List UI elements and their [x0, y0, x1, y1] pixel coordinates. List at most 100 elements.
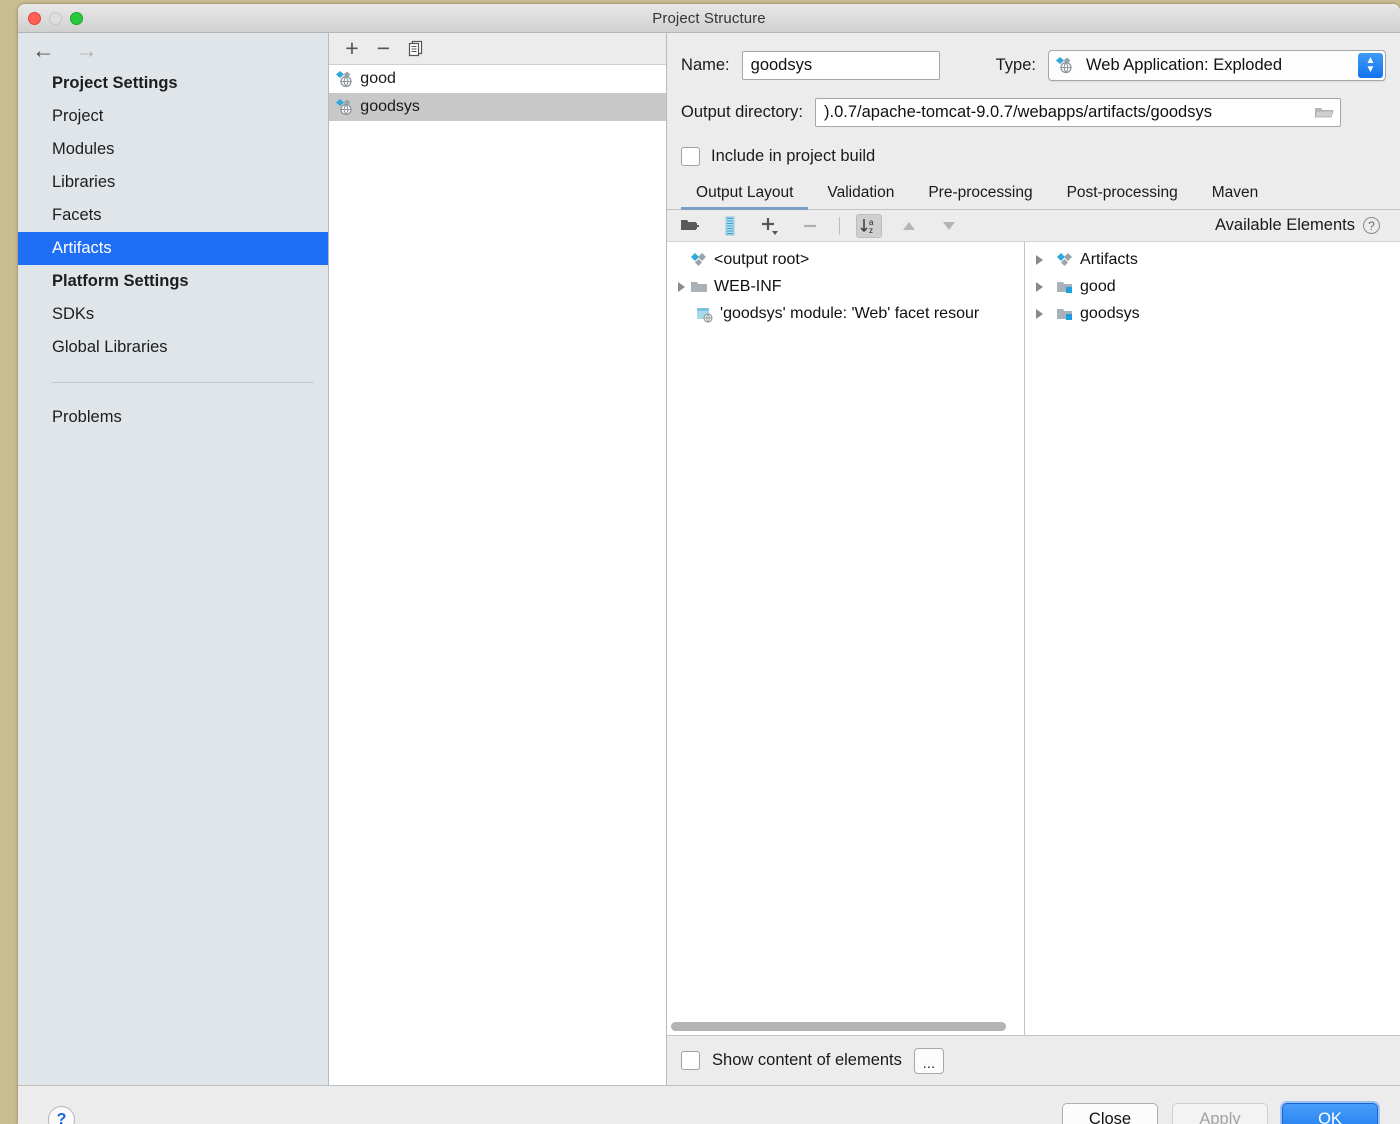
more-options-button[interactable]: ...	[913, 1047, 944, 1074]
scrollbar-thumb[interactable]	[671, 1022, 1007, 1031]
include-in-build-row[interactable]: Include in project build	[667, 135, 1400, 177]
sidebar-item-facets[interactable]: Facets	[18, 199, 328, 232]
triangle-down-icon[interactable]	[936, 214, 962, 238]
dialog-body: ← → Project Settings Project Modules Lib…	[18, 33, 1400, 1085]
sidebar-item-libraries[interactable]: Libraries	[18, 166, 328, 199]
artifact-icon	[1055, 251, 1075, 269]
remove-artifact-button[interactable]: −	[377, 37, 390, 60]
dialog-footer: ? Close Apply OK https://blog.csdn.net/q…	[18, 1085, 1400, 1124]
help-button[interactable]: ?	[48, 1106, 75, 1124]
copy-artifact-button[interactable]	[408, 40, 425, 57]
settings-sidebar: ← → Project Settings Project Modules Lib…	[18, 33, 330, 1085]
name-input[interactable]: goodsys	[741, 50, 940, 80]
sidebar-item-problems[interactable]: Problems	[18, 401, 328, 434]
close-button[interactable]: Close	[1062, 1102, 1158, 1124]
chevron-updown-icon[interactable]: ▲ ▼	[1358, 52, 1383, 78]
tree-row[interactable]: <output root>	[667, 246, 1024, 273]
include-in-build-checkbox[interactable]	[681, 146, 701, 166]
type-select-value: Web Application: Exploded	[1086, 55, 1282, 74]
tree-row-label: <output root>	[714, 250, 810, 268]
show-content-label: Show content of elements	[712, 1051, 902, 1069]
folder-icon[interactable]	[1314, 104, 1334, 126]
available-elements-panel: Artifacts good goodsys	[1025, 242, 1400, 1035]
output-directory-label: Output directory:	[681, 102, 804, 121]
new-folder-icon[interactable]	[677, 214, 703, 238]
sidebar-item-global-libraries[interactable]: Global Libraries	[18, 331, 328, 364]
web-facet-icon	[695, 305, 715, 323]
name-label: Name:	[681, 55, 730, 74]
list-item[interactable]: goodsys	[329, 93, 667, 121]
output-directory-input[interactable]: ).0.7/apache-tomcat-9.0.7/webapps/artifa…	[815, 97, 1342, 127]
tree-row[interactable]: good	[1025, 273, 1400, 300]
add-artifact-button[interactable]: +	[345, 37, 358, 60]
output-layout-tree-panel: <output root> WEB-INF 'goodsys' module: …	[667, 242, 1026, 1035]
triangle-up-icon[interactable]	[896, 214, 922, 238]
arrow-left-icon[interactable]: ←	[32, 38, 55, 62]
sidebar-item-modules[interactable]: Modules	[18, 133, 328, 166]
layout-panes: <output root> WEB-INF 'goodsys' module: …	[667, 242, 1400, 1035]
sort-az-icon[interactable]: a z	[856, 213, 883, 238]
sidebar-divider	[52, 382, 315, 383]
output-directory-row: Output directory: ).0.7/apache-tomcat-9.…	[667, 89, 1400, 135]
module-icon	[1055, 305, 1075, 323]
tab-output-layout[interactable]: Output Layout	[679, 184, 810, 210]
show-content-checkbox[interactable]	[681, 1051, 701, 1070]
plus-dropdown-icon[interactable]	[757, 214, 783, 238]
tree-row[interactable]: 'goodsys' module: 'Web' facet resour	[667, 300, 1024, 327]
archive-icon[interactable]	[717, 214, 743, 238]
tree-row[interactable]: Artifacts	[1025, 246, 1400, 273]
type-label: Type:	[995, 55, 1036, 74]
detail-tabs: Output Layout Validation Pre-processing …	[667, 177, 1400, 210]
output-layout-toolbar: a z Available Elements ?	[667, 210, 1400, 242]
window-titlebar: Project Structure	[18, 4, 1400, 33]
arrow-right-icon[interactable]: →	[75, 38, 98, 62]
list-item[interactable]: good	[329, 65, 666, 93]
list-item-label: goodsys	[360, 98, 420, 115]
available-elements-tree: Artifacts good goodsys	[1025, 242, 1400, 327]
folder-icon	[689, 278, 709, 296]
artifact-icon	[335, 70, 355, 88]
list-item-label: good	[360, 70, 396, 87]
tree-row-label: 'goodsys' module: 'Web' facet resour	[720, 304, 980, 322]
minus-icon[interactable]	[797, 214, 823, 238]
artifact-icon	[335, 98, 355, 116]
type-select[interactable]: Web Application: Exploded ▲ ▼	[1048, 49, 1386, 81]
svg-text:z: z	[869, 226, 873, 235]
footer-buttons: Close Apply OK	[1062, 1102, 1400, 1124]
ok-button[interactable]: OK	[1282, 1102, 1378, 1124]
twisty-collapsed[interactable]	[673, 279, 689, 295]
tab-post-processing[interactable]: Post-processing	[1050, 184, 1195, 209]
tree-row-label: Artifacts	[1080, 250, 1138, 268]
tab-maven[interactable]: Maven	[1195, 184, 1276, 209]
sidebar-item-artifacts[interactable]: Artifacts	[18, 232, 329, 265]
artifact-icon	[689, 251, 709, 269]
tab-pre-processing[interactable]: Pre-processing	[911, 184, 1049, 209]
artifacts-list: good goodsys	[329, 65, 667, 1085]
twisty-collapsed[interactable]	[1031, 306, 1047, 322]
tree-row[interactable]: goodsys	[1025, 300, 1400, 327]
artifacts-list-panel: + − good goodsys	[329, 33, 668, 1085]
sidebar-item-sdks[interactable]: SDKs	[18, 298, 328, 331]
sidebar-group-project-settings: Project Settings	[52, 74, 178, 92]
artifact-detail-panel: Name: goodsys Type: Web Application: Exp…	[667, 33, 1400, 1085]
tab-validation[interactable]: Validation	[810, 184, 911, 209]
available-elements-title: Available Elements	[1214, 216, 1355, 234]
tree-row[interactable]: WEB-INF	[667, 273, 1024, 300]
module-icon	[1055, 278, 1075, 296]
sidebar-group-platform-settings: Platform Settings	[52, 272, 189, 290]
tree-row-label: goodsys	[1080, 304, 1140, 322]
output-directory-value: ).0.7/apache-tomcat-9.0.7/webapps/artifa…	[824, 102, 1212, 121]
project-structure-window: Project Structure ← → Project Settings P…	[18, 4, 1400, 1124]
tree-row-label: WEB-INF	[714, 277, 782, 295]
twisty-collapsed[interactable]	[1031, 279, 1047, 295]
artifact-icon	[1055, 56, 1075, 74]
window-title: Project Structure	[652, 9, 766, 27]
twisty-collapsed[interactable]	[1031, 252, 1047, 268]
question-mark-icon[interactable]: ?	[1363, 217, 1380, 234]
apply-button[interactable]: Apply	[1172, 1102, 1268, 1124]
sidebar-item-project[interactable]: Project	[18, 100, 328, 133]
name-row: Name: goodsys Type: Web Application: Exp…	[667, 33, 1400, 89]
horizontal-scrollbar[interactable]	[667, 1019, 1025, 1035]
include-in-build-label: Include in project build	[711, 146, 876, 165]
